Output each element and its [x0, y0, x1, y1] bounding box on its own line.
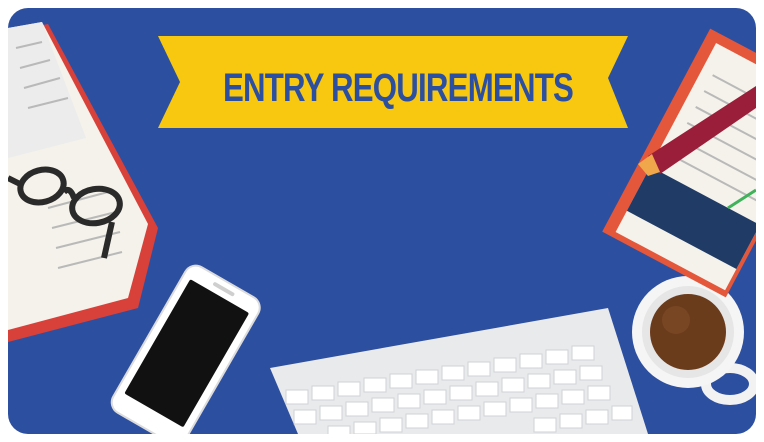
notebook-icon	[602, 28, 756, 298]
coffee-cup-icon	[632, 276, 756, 405]
illustration-card: ENTRY REQUIREMENTS	[8, 8, 756, 434]
book-icon	[8, 22, 158, 342]
keyboard-icon	[270, 308, 648, 434]
banner-title: ENTRY REQUIREMENTS	[222, 65, 574, 110]
